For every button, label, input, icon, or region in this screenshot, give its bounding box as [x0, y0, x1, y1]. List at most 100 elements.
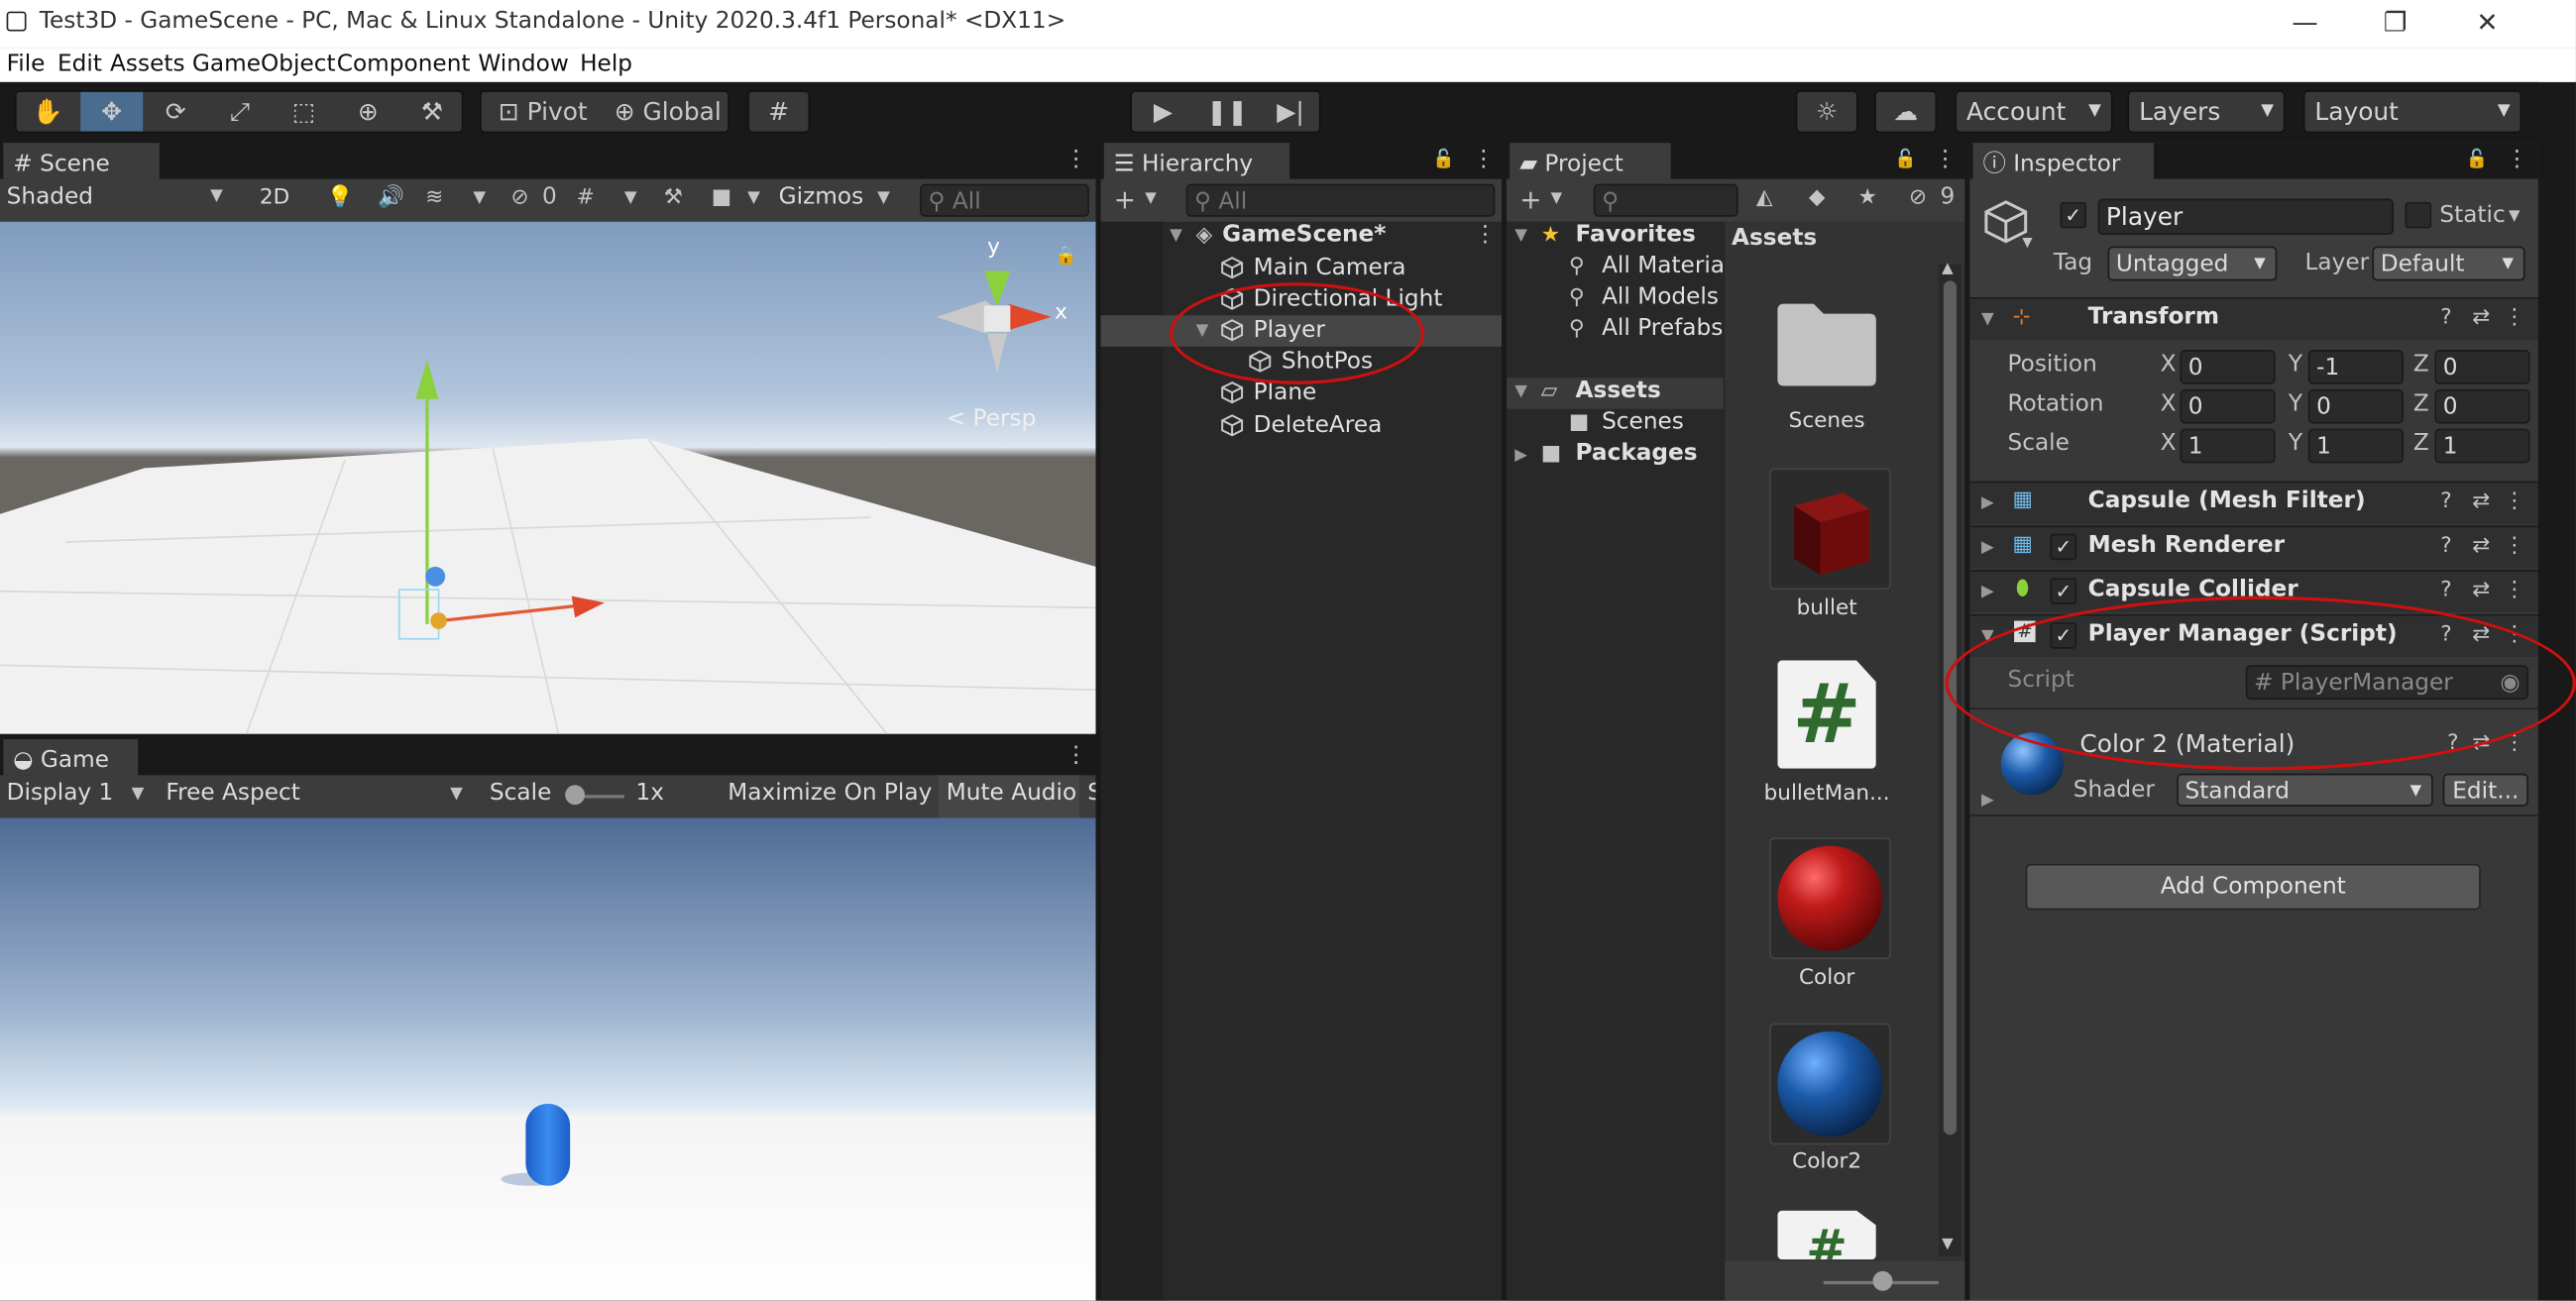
menu-window[interactable]: Window: [478, 51, 568, 77]
add-component-button[interactable]: Add Component: [2025, 863, 2481, 911]
expand-triangle-icon[interactable]: ▼: [1170, 220, 1182, 251]
bullet-prefab-tile[interactable]: [1769, 468, 1891, 591]
material-tile[interactable]: [1769, 1023, 1891, 1145]
assets-breadcrumb[interactable]: Assets: [1732, 225, 1817, 252]
kebab-menu-icon[interactable]: ⋮: [2504, 578, 2525, 602]
project-scrollbar-thumb[interactable]: [1943, 280, 1958, 1136]
scale-z-field[interactable]: 1: [2434, 428, 2530, 464]
transform-header[interactable]: ▼ ⊹ Transform ? ⇄ ⋮: [1969, 297, 2538, 341]
favorite-item[interactable]: All Models: [1602, 284, 1719, 311]
chevron-down-icon[interactable]: ▼: [1145, 190, 1156, 207]
script-tile[interactable]: #: [1777, 660, 1876, 769]
step-icon[interactable]: ▶|: [1260, 92, 1320, 132]
menu-assets[interactable]: Assets: [110, 51, 185, 77]
move-tool-icon[interactable]: ✥: [80, 91, 144, 132]
rotation-z-field[interactable]: 0: [2434, 388, 2530, 424]
rotate-tool-icon[interactable]: ⟳: [145, 92, 207, 132]
menu-file[interactable]: File: [7, 51, 46, 77]
orientation-gizmo-neg-y[interactable]: [987, 333, 1008, 374]
orientation-gizmo-cube[interactable]: [983, 305, 1011, 332]
scene-viewport[interactable]: y x < Persp 🔒: [0, 221, 1096, 734]
global-toggle[interactable]: ⊕ Global: [607, 92, 729, 132]
play-icon[interactable]: ▶: [1132, 92, 1194, 132]
scroll-up-icon[interactable]: ▲: [1942, 262, 1953, 278]
rotation-y-field[interactable]: 0: [2307, 388, 2404, 424]
mesh-filter-header[interactable]: ▶ ▦ Capsule (Mesh Filter) ? ⇄ ⋮: [1969, 481, 2538, 524]
help-icon[interactable]: ?: [2440, 578, 2451, 602]
icon-size-slider-thumb[interactable]: [1872, 1270, 1893, 1291]
game-viewport[interactable]: [0, 817, 1096, 1301]
collapse-triangle-icon[interactable]: ▶: [1981, 583, 1994, 600]
help-icon[interactable]: ?: [2440, 534, 2451, 559]
transform-tool-icon[interactable]: ⊕: [337, 92, 399, 132]
shader-dropdown[interactable]: Standard ▼: [2177, 773, 2433, 807]
layout-dropdown[interactable]: Layout ▼: [2302, 90, 2522, 134]
orientation-gizmo-y[interactable]: [983, 271, 1011, 307]
expand-triangle-icon[interactable]: ▼: [1981, 310, 1994, 328]
label-icon[interactable]: ◆: [1809, 185, 1826, 210]
kebab-menu-icon[interactable]: ⋮: [2504, 489, 2525, 514]
object-name-field[interactable]: Player: [2097, 198, 2394, 236]
list-item[interactable]: DeleteArea: [1101, 410, 1502, 441]
pause-icon[interactable]: ❚❚: [1196, 92, 1259, 132]
position-y-field[interactable]: -1: [2307, 350, 2404, 384]
rect-tool-icon[interactable]: ⬚: [273, 92, 335, 132]
hidden-objects-icon[interactable]: ⊘: [510, 185, 528, 210]
position-z-field[interactable]: 0: [2434, 350, 2530, 384]
menu-component[interactable]: Component: [337, 51, 471, 77]
tab-project[interactable]: ▰ Project: [1510, 143, 1671, 179]
expand-triangle-icon[interactable]: ▼: [1514, 382, 1527, 400]
kebab-menu-icon[interactable]: ⋮: [1934, 147, 1957, 173]
project-search-input[interactable]: ⚲: [1593, 183, 1738, 217]
gizmos-dropdown[interactable]: Gizmos: [779, 184, 864, 211]
kebab-menu-icon[interactable]: ⋮: [1472, 147, 1495, 173]
star-icon[interactable]: ★: [1858, 185, 1877, 210]
active-checkbox[interactable]: ✓: [2060, 201, 2087, 229]
favorite-item[interactable]: All Prefabs: [1602, 315, 1723, 342]
maximize-on-play-toggle[interactable]: Maximize On Play: [728, 780, 932, 807]
custom-tool-icon[interactable]: ⚒: [400, 92, 463, 132]
kebab-menu-icon[interactable]: ⋮: [2504, 534, 2525, 559]
account-dropdown[interactable]: Account ▼: [1955, 90, 2113, 134]
kebab-menu-icon[interactable]: ⋮: [1474, 220, 1497, 251]
2d-toggle[interactable]: 2D: [260, 185, 289, 210]
add-icon[interactable]: +: [1114, 184, 1136, 215]
tab-hierarchy[interactable]: ☰ Hierarchy: [1103, 143, 1290, 179]
camera-icon[interactable]: ■: [712, 185, 731, 210]
preset-icon[interactable]: ⇄: [2472, 534, 2490, 559]
kebab-menu-icon[interactable]: ⋮: [2504, 305, 2525, 330]
kebab-menu-icon[interactable]: ⋮: [1064, 147, 1087, 173]
stats-toggle-overflow[interactable]: S: [1087, 780, 1095, 807]
material-tile[interactable]: [1769, 837, 1891, 959]
scale-y-field[interactable]: 1: [2307, 428, 2404, 464]
aspect-dropdown[interactable]: Free Aspect: [166, 780, 299, 807]
chevron-down-icon[interactable]: ▼: [1551, 190, 1562, 207]
tab-inspector[interactable]: ⓘ Inspector: [1972, 143, 2154, 179]
mesh-renderer-header[interactable]: ▶ ▦ ✓ Mesh Renderer ? ⇄ ⋮: [1969, 525, 2538, 569]
chevron-down-icon[interactable]: ▼: [2022, 235, 2032, 250]
scenes-folder-label[interactable]: Scenes: [1602, 409, 1684, 436]
pivot-toggle[interactable]: ⊡ Pivot: [482, 92, 605, 132]
layers-dropdown[interactable]: Layers ▼: [2127, 90, 2286, 134]
preset-icon[interactable]: ⇄: [2472, 578, 2490, 602]
lock-icon[interactable]: 🔓: [2466, 148, 2489, 169]
perspective-toggle[interactable]: < Persp: [947, 405, 1037, 432]
tab-game[interactable]: ◒ Game: [3, 738, 139, 776]
chevron-down-icon[interactable]: ▼: [624, 189, 637, 207]
scale-x-field[interactable]: 1: [2180, 428, 2276, 464]
gizmo-z-handle[interactable]: [425, 566, 446, 587]
collapse-triangle-icon[interactable]: ▶: [1514, 447, 1527, 465]
scroll-down-icon[interactable]: ▼: [1942, 1237, 1953, 1253]
static-checkbox[interactable]: [2405, 201, 2432, 229]
help-icon[interactable]: ?: [2440, 489, 2451, 514]
filter-by-type-icon[interactable]: ◭: [1756, 185, 1773, 210]
services-button[interactable]: ☼: [1795, 90, 1858, 134]
audio-toggle-icon[interactable]: 🔊: [378, 185, 404, 210]
packages-folder-label[interactable]: Packages: [1576, 440, 1698, 467]
collapse-triangle-icon[interactable]: ▶: [1981, 494, 1994, 512]
scene-search-input[interactable]: ⚲ All: [920, 183, 1089, 217]
preset-icon[interactable]: ⇄: [2472, 305, 2490, 330]
grid-snap-button[interactable]: #: [747, 90, 811, 134]
menu-gameobject[interactable]: GameObject: [192, 51, 336, 77]
help-icon[interactable]: ?: [2440, 305, 2451, 330]
